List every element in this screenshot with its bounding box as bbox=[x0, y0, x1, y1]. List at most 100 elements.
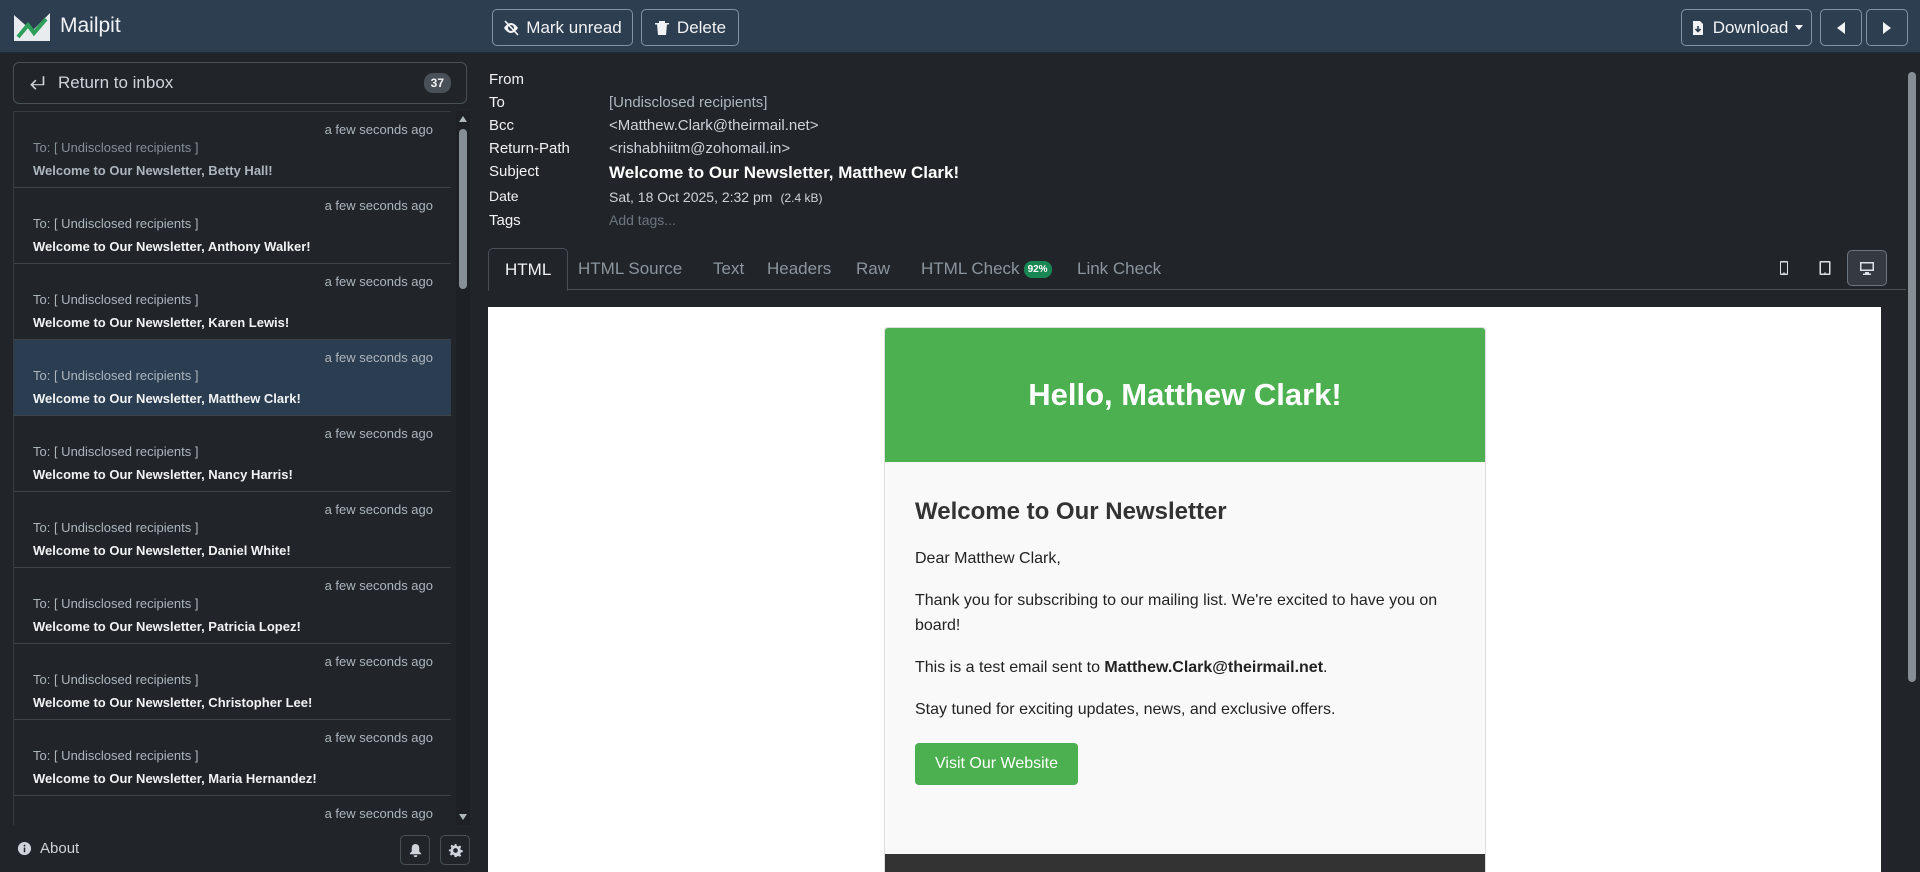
tab-html-source-label: HTML Source bbox=[578, 259, 683, 278]
message-recipients: To: [ Undisclosed recipients ] bbox=[33, 672, 199, 687]
mark-unread-button[interactable]: Mark unread bbox=[492, 9, 633, 46]
message-subject: Welcome to Our Newsletter, Maria Hernand… bbox=[33, 771, 317, 786]
message-subject: Welcome to Our Newsletter, Daniel White! bbox=[33, 543, 291, 558]
email-header-banner: Hello, Matthew Clark! bbox=[885, 328, 1485, 462]
message-time: a few seconds ago bbox=[324, 654, 433, 669]
to-value: [Undisclosed recipients] bbox=[609, 94, 768, 111]
delete-label: Delete bbox=[676, 17, 727, 37]
message-time: a few seconds ago bbox=[324, 350, 433, 365]
message-time: a few seconds ago bbox=[324, 806, 433, 821]
message-subject: Welcome to Our Newsletter, Karen Lewis! bbox=[33, 315, 290, 330]
email-paragraph-2-post: . bbox=[1323, 659, 1328, 676]
tab-raw-label: Raw bbox=[856, 259, 891, 278]
list-item[interactable]: a few seconds ago To: [ Undisclosed recip… bbox=[14, 644, 451, 720]
info-circle-icon bbox=[17, 841, 32, 856]
message-recipients: To: [ Undisclosed recipients ] bbox=[33, 292, 199, 307]
message-subject: Welcome to Our Newsletter, Matthew Clark… bbox=[33, 391, 301, 406]
mailpit-logo-icon bbox=[13, 9, 52, 41]
main-scrollbar-thumb[interactable] bbox=[1908, 72, 1916, 682]
mark-unread-label: Mark unread bbox=[526, 17, 622, 37]
file-download-icon bbox=[1692, 20, 1703, 35]
tab-link-check-label: Link Check bbox=[1077, 259, 1162, 278]
main-scrollbar[interactable] bbox=[1906, 70, 1918, 872]
email-footer bbox=[885, 854, 1485, 872]
visit-website-button[interactable]: Visit Our Website bbox=[915, 743, 1079, 785]
tab-html-source[interactable]: HTML Source bbox=[562, 248, 698, 290]
delete-button[interactable]: Delete bbox=[641, 9, 739, 46]
list-item[interactable]: a few seconds ago To: [ Undisclosed recip… bbox=[14, 416, 451, 492]
message-recipients: To: [ Undisclosed recipients ] bbox=[33, 368, 199, 383]
email-preview: Hello, Matthew Clark! Welcome to Our New… bbox=[488, 307, 1881, 872]
list-item[interactable]: a few seconds ago To: [ Undisclosed recip… bbox=[14, 720, 451, 796]
about-link[interactable]: About bbox=[17, 840, 79, 857]
date-label: Date bbox=[489, 188, 519, 204]
list-item[interactable]: a few seconds ago To: [ Undisclosed recip… bbox=[14, 568, 451, 644]
message-list: a few seconds ago To: [ Undisclosed recip… bbox=[13, 111, 451, 825]
previous-message-button[interactable] bbox=[1820, 9, 1862, 46]
subject-value: Welcome to Our Newsletter, Matthew Clark… bbox=[609, 163, 960, 182]
email-paragraph-2-pre: This is a test email sent to bbox=[915, 659, 1105, 676]
scrollbar-thumb[interactable] bbox=[459, 129, 467, 289]
list-item[interactable]: a few seconds ago To: [ Undisclosed recip… bbox=[14, 188, 451, 264]
message-subject: Welcome to Our Newsletter, Anthony Walke… bbox=[33, 239, 311, 254]
settings-button[interactable] bbox=[440, 835, 470, 865]
list-item[interactable]: a few seconds ago To: [ Undisclosed recip… bbox=[14, 340, 451, 416]
email-title: Welcome to Our Newsletter bbox=[915, 498, 1227, 525]
message-list-scrollbar[interactable] bbox=[456, 111, 470, 825]
tab-raw[interactable]: Raw bbox=[840, 248, 906, 290]
message-recipients: To: [ Undisclosed recipients ] bbox=[33, 520, 199, 535]
tablet-view-button[interactable] bbox=[1805, 250, 1845, 286]
tags-input[interactable]: Add tags... bbox=[609, 212, 676, 228]
email-card: Hello, Matthew Clark! Welcome to Our New… bbox=[884, 327, 1486, 872]
monitor-icon bbox=[1860, 262, 1874, 275]
tablet-icon bbox=[1819, 261, 1831, 275]
scroll-down-arrow-icon[interactable] bbox=[459, 814, 467, 820]
message-time: a few seconds ago bbox=[324, 198, 433, 213]
tab-html[interactable]: HTML bbox=[488, 248, 569, 291]
bcc-value: <Matthew.Clark@theirmail.net> bbox=[609, 117, 819, 134]
message-time: a few seconds ago bbox=[324, 274, 433, 289]
bell-icon bbox=[409, 843, 421, 857]
notifications-button[interactable] bbox=[400, 835, 430, 865]
date-value: Sat, 18 Oct 2025, 2:32 pm (2.4 kB) bbox=[609, 189, 822, 205]
eye-slash-icon bbox=[504, 19, 519, 36]
phone-view-button[interactable] bbox=[1764, 250, 1804, 286]
tab-text-label: Text bbox=[713, 259, 745, 278]
tab-html-label: HTML bbox=[505, 259, 552, 279]
message-recipients: To: [ Undisclosed recipients ] bbox=[33, 216, 199, 231]
return-to-inbox-button[interactable]: Return to inbox 37 bbox=[13, 62, 467, 104]
next-message-button[interactable] bbox=[1866, 9, 1908, 46]
about-label: About bbox=[40, 840, 80, 857]
message-time: a few seconds ago bbox=[324, 502, 433, 517]
tab-html-check[interactable]: HTML Check 92% bbox=[905, 248, 1068, 290]
from-label: From bbox=[489, 71, 524, 88]
list-item[interactable]: a few seconds ago bbox=[14, 796, 451, 825]
trash-icon bbox=[654, 20, 669, 35]
tab-headers[interactable]: Headers bbox=[751, 248, 847, 290]
brand[interactable]: Mailpit bbox=[12, 7, 121, 45]
tab-link-check[interactable]: Link Check bbox=[1061, 248, 1177, 290]
message-subject: Welcome to Our Newsletter, Christopher L… bbox=[33, 695, 313, 710]
list-item[interactable]: a few seconds ago To: [ Undisclosed recip… bbox=[14, 264, 451, 340]
scroll-up-arrow-icon[interactable] bbox=[459, 116, 467, 122]
return-arrow-icon bbox=[30, 76, 45, 90]
view-tabs: HTML HTML Source Text Headers Raw HTML C… bbox=[488, 248, 1906, 291]
return-label: Return to inbox bbox=[58, 73, 174, 92]
message-subject: Welcome to Our Newsletter, Nancy Harris! bbox=[33, 467, 293, 482]
list-item[interactable]: a few seconds ago To: [ Undisclosed recip… bbox=[14, 112, 451, 188]
bcc-label: Bcc bbox=[489, 117, 515, 134]
gear-icon bbox=[448, 843, 463, 857]
app-name: Mailpit bbox=[60, 14, 121, 37]
tags-label: Tags bbox=[489, 212, 521, 229]
caret-right-icon bbox=[1883, 21, 1891, 34]
list-item[interactable]: a few seconds ago To: [ Undisclosed recip… bbox=[14, 492, 451, 568]
message-time: a few seconds ago bbox=[324, 122, 433, 137]
email-heading: Hello, Matthew Clark! bbox=[1028, 377, 1342, 412]
desktop-view-button[interactable] bbox=[1847, 250, 1887, 286]
to-label: To bbox=[489, 94, 505, 111]
subject-label: Subject bbox=[489, 163, 540, 180]
html-check-score-badge: 92% bbox=[1023, 260, 1052, 278]
download-button[interactable]: Download bbox=[1681, 9, 1812, 46]
download-label: Download bbox=[1712, 17, 1789, 37]
email-paragraph-1: Thank you for subscribing to our mailing… bbox=[915, 592, 1438, 634]
